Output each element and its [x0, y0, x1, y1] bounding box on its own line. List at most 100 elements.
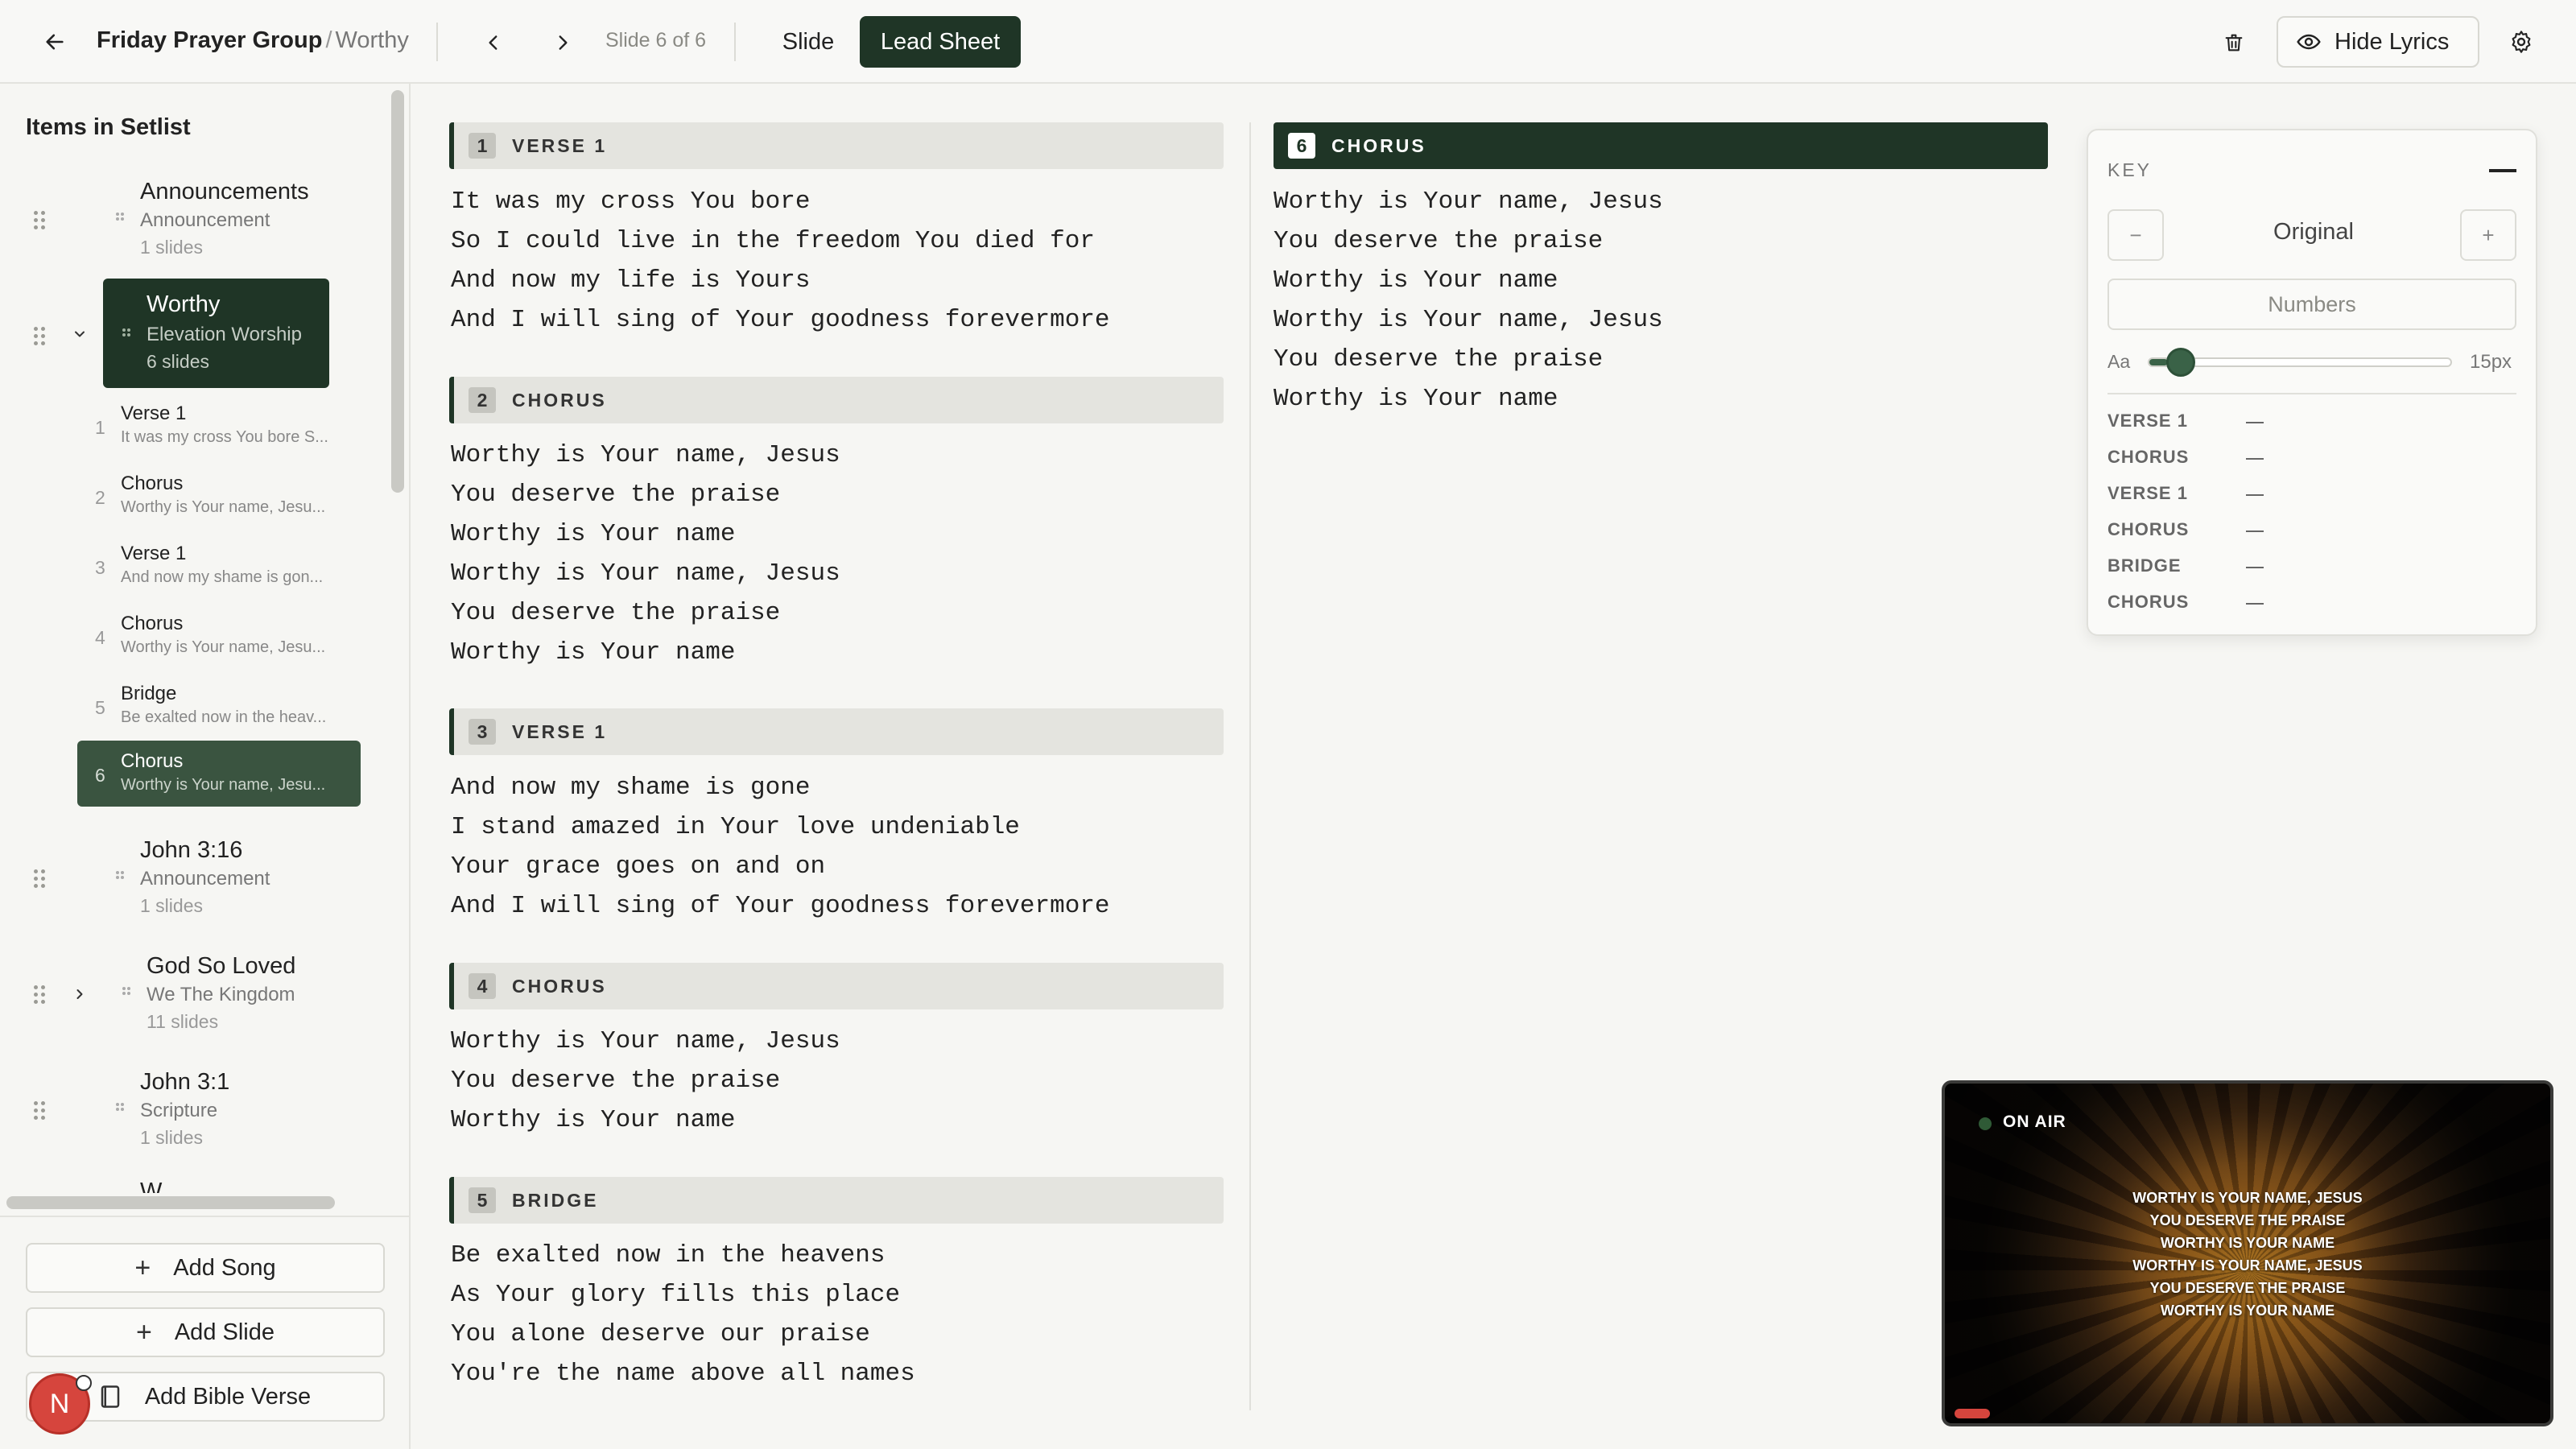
- numbers-toggle-button[interactable]: Numbers: [2107, 279, 2516, 330]
- slide-number: 2: [95, 487, 105, 508]
- drag-handle-icon[interactable]: [34, 985, 48, 1005]
- lyric-line: You're the name above all names: [451, 1360, 915, 1388]
- setlist-item-subtitle: Announcement: [140, 209, 270, 231]
- lyric-line: So I could live in the freedom You died …: [451, 227, 1095, 255]
- collapse-button[interactable]: [68, 322, 92, 346]
- key-row-label: BRIDGE: [2107, 555, 2182, 576]
- on-air-line: YOU DESERVE THE PRAISE: [2149, 1212, 2346, 1228]
- slide-row[interactable]: 2 Chorus Worthy is Your name, Jesu...: [77, 463, 361, 529]
- next-slide-button[interactable]: [544, 24, 581, 61]
- setlist-item-title: God So Loved: [147, 953, 296, 979]
- lyric-line: You alone deserve our praise: [451, 1320, 870, 1348]
- section-header[interactable]: 3 VERSE 1: [449, 708, 1224, 755]
- setlist-item-count: 11 slides: [147, 1011, 219, 1032]
- add-slide-button[interactable]: + Add Slide: [26, 1307, 385, 1357]
- setlist-item-count: 1 slides: [140, 1127, 203, 1148]
- setlist-item-john-3-16[interactable]: John 3:16 Announcement 1 slides: [0, 831, 386, 927]
- divider: [2107, 393, 2516, 394]
- slide-preview: Worthy is Your name, Jesu...: [121, 776, 326, 794]
- lyric-line: Worthy is Your name: [451, 1106, 736, 1134]
- slide-preview: Be exalted now in the heav...: [121, 708, 327, 726]
- slide-row[interactable]: 1 Verse 1 It was my cross You bore S...: [77, 393, 361, 459]
- section-header[interactable]: 5 BRIDGE: [449, 1177, 1224, 1224]
- slide-label: Chorus: [121, 613, 184, 634]
- previous-slide-button[interactable]: [475, 24, 512, 61]
- lyric-line: I stand amazed in Your love undeniable: [451, 813, 1020, 841]
- hide-lyrics-label: Hide Lyrics: [2334, 28, 2450, 55]
- setlist-item-worthy[interactable]: Worthy Elevation Worship 6 slides: [103, 279, 329, 388]
- chevron-right-icon: [559, 35, 568, 50]
- tab-slide[interactable]: Slide: [768, 16, 848, 68]
- slide-row[interactable]: 4 Chorus Worthy is Your name, Jesu...: [77, 603, 361, 669]
- key-row-label: CHORUS: [2107, 592, 2190, 612]
- add-slide-label: Add Slide: [174, 1319, 275, 1345]
- section-header-current[interactable]: 6 CHORUS: [1274, 122, 2048, 169]
- hide-lyrics-button[interactable]: Hide Lyrics: [2277, 16, 2479, 68]
- key-row-value[interactable]: [2246, 458, 2264, 460]
- slide-counter: Slide 6 of 6: [605, 29, 707, 52]
- font-size-label: Aa: [2107, 351, 2131, 372]
- setlist-item-subtitle: Scripture: [140, 1100, 218, 1121]
- slide-preview: It was my cross You bore S...: [121, 428, 328, 446]
- on-air-preview[interactable]: ON AIR WORTHY IS YOUR NAME, JESUS YOU DE…: [1942, 1080, 2553, 1426]
- lyric-line: You deserve the praise: [451, 481, 781, 509]
- setlist-item-subtitle: We The Kingdom: [147, 984, 295, 1005]
- key-row-value[interactable]: [2246, 422, 2264, 423]
- breadcrumb-group[interactable]: Friday Prayer Group: [97, 27, 322, 53]
- lyric-line: And now my life is Yours: [451, 266, 811, 295]
- divider: [436, 23, 438, 61]
- add-song-label: Add Song: [173, 1254, 276, 1281]
- section-title: CHORUS: [512, 976, 607, 997]
- eye-icon: [2297, 34, 2321, 50]
- drag-handle-icon[interactable]: [34, 211, 48, 230]
- section-title: CHORUS: [1331, 135, 1426, 156]
- slide-row[interactable]: 3 Verse 1 And now my shame is gon...: [77, 533, 361, 599]
- key-row-value[interactable]: [2246, 603, 2264, 605]
- section-header[interactable]: 1 VERSE 1: [449, 122, 1224, 169]
- section-header[interactable]: 2 CHORUS: [449, 377, 1224, 423]
- drag-dots-icon: [122, 328, 130, 341]
- setlist-item-john-3-1[interactable]: John 3:1 Scripture 1 slides: [0, 1063, 386, 1159]
- lyric-line: Worthy is Your name, Jesus: [451, 559, 840, 588]
- collapse-panel-button[interactable]: [2489, 169, 2516, 172]
- delete-button[interactable]: [2215, 24, 2252, 61]
- key-row-value[interactable]: [2246, 567, 2264, 568]
- key-row-value[interactable]: [2246, 494, 2264, 496]
- slide-preview: And now my shame is gon...: [121, 568, 324, 586]
- settings-button[interactable]: [2502, 23, 2541, 61]
- lyric-line: And I will sing of Your goodness forever…: [451, 892, 1110, 920]
- setlist-item-god-so-loved[interactable]: God So Loved We The Kingdom 11 slides: [0, 947, 386, 1043]
- setlist-item-title: Worthy: [147, 291, 221, 317]
- section-title: BRIDGE: [512, 1190, 599, 1211]
- slide-row[interactable]: 5 Bridge Be exalted now in the heav...: [77, 673, 361, 739]
- setlist-item-count: 6 slides: [147, 351, 209, 372]
- transpose-up-button[interactable]: +: [2460, 209, 2516, 261]
- lyric-line: You deserve the praise: [1274, 227, 1604, 255]
- slide-row-active[interactable]: 6 Chorus Worthy is Your name, Jesu...: [77, 741, 361, 807]
- slide-preview: Worthy is Your name, Jesu...: [121, 498, 326, 516]
- tab-lead-sheet[interactable]: Lead Sheet: [860, 16, 1021, 68]
- slider-thumb[interactable]: [2166, 348, 2195, 377]
- column-divider: [1249, 122, 1251, 1410]
- plus-icon: +: [134, 1252, 151, 1283]
- drag-handle-icon[interactable]: [34, 869, 48, 889]
- recording-indicator: [1955, 1409, 1990, 1418]
- sidebar-horizontal-scrollbar[interactable]: [6, 1196, 335, 1209]
- lyric-line: Worthy is Your name: [1274, 266, 1558, 295]
- add-song-button[interactable]: + Add Song: [26, 1243, 385, 1293]
- sidebar-vertical-scrollbar[interactable]: [391, 90, 404, 493]
- key-row-value[interactable]: [2246, 530, 2264, 532]
- section-title: CHORUS: [512, 390, 607, 411]
- lyric-line: Worthy is Your name, Jesus: [1274, 188, 1663, 216]
- drag-handle-icon[interactable]: [34, 327, 48, 346]
- section-header[interactable]: 4 CHORUS: [449, 963, 1224, 1009]
- on-air-line: WORTHY IS YOUR NAME: [2160, 1302, 2335, 1319]
- expand-button[interactable]: [68, 982, 92, 1006]
- setlist-item-announcements[interactable]: Announcements Announcement 1 slides: [0, 172, 386, 269]
- back-button[interactable]: [35, 23, 74, 61]
- transpose-down-button[interactable]: −: [2107, 209, 2164, 261]
- drag-handle-icon[interactable]: [34, 1101, 48, 1121]
- slide-label: Verse 1: [121, 543, 187, 564]
- section-number: 5: [469, 1187, 496, 1213]
- setlist-item-partial[interactable]: W...: [0, 1180, 386, 1193]
